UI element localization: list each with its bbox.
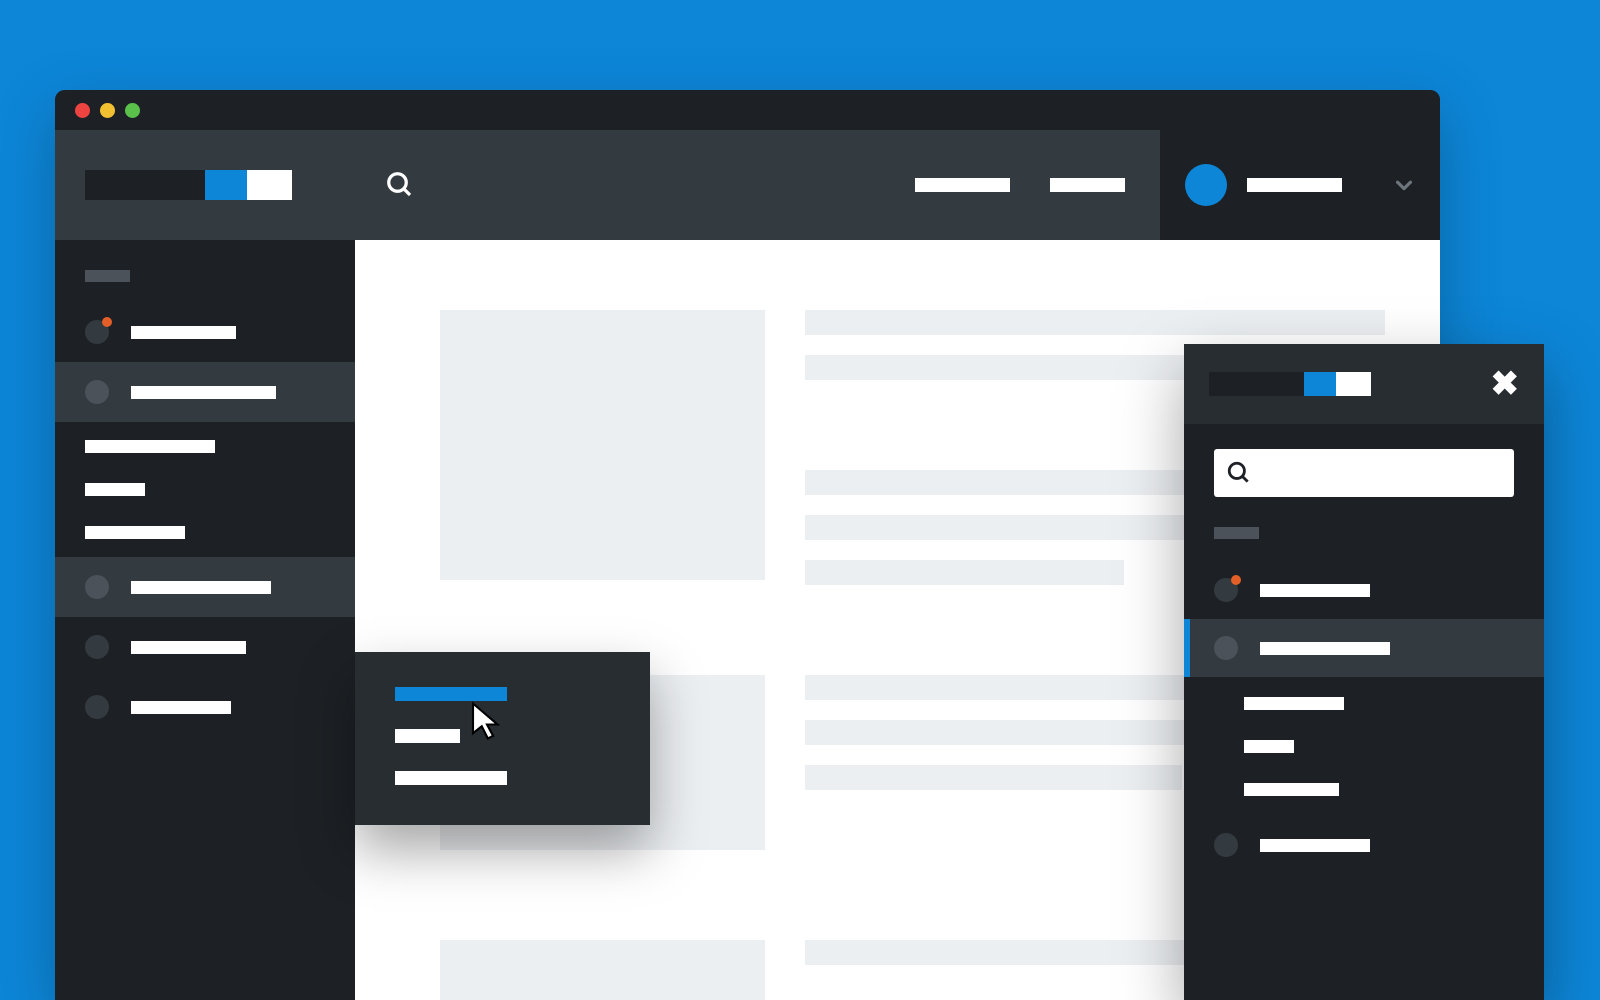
popup-item-3[interactable] (1184, 816, 1544, 874)
avatar-icon (1185, 164, 1227, 206)
user-name (1247, 178, 1342, 192)
close-icon[interactable]: ✖ (1491, 364, 1520, 404)
sidebar-item-3[interactable] (55, 557, 355, 617)
popup-item-3-icon (1214, 833, 1238, 857)
sidebar-item-1-icon (85, 320, 109, 344)
popup-sub-2c[interactable] (1244, 783, 1339, 796)
close-window-icon[interactable] (75, 103, 90, 118)
flyout-item-2[interactable] (395, 729, 460, 743)
nav-item-1[interactable] (915, 178, 1010, 192)
sidebar-item-1-label (131, 326, 236, 339)
image-placeholder (440, 310, 765, 580)
sidebar-item-5-icon (85, 695, 109, 719)
header-bar (55, 130, 1440, 240)
sidebar-item-3-icon (85, 575, 109, 599)
sidebar-item-1[interactable] (55, 302, 355, 362)
sidebar-item-2[interactable] (55, 362, 355, 422)
sidebar-item-3-label (131, 581, 271, 594)
text-line (805, 310, 1385, 335)
popup-nav-list (1214, 561, 1514, 874)
popup-item-2-label (1260, 642, 1390, 655)
logo-icon (85, 170, 292, 200)
popup-item-1-label (1260, 584, 1370, 597)
popup-item-1-icon (1214, 578, 1238, 602)
sidebar-item-2-submenu (55, 422, 355, 557)
popup-item-2[interactable] (1184, 619, 1544, 677)
nav-item-2[interactable] (1050, 178, 1125, 192)
popup-section-heading (1214, 527, 1259, 539)
popup-item-2-icon (1214, 636, 1238, 660)
sidebar-sub-2a[interactable] (85, 440, 215, 453)
search-icon (385, 170, 415, 200)
popup-item-2-submenu (1214, 677, 1514, 816)
sidebar (55, 240, 355, 1000)
sidebar-section-heading (85, 270, 130, 282)
sidebar-item-4[interactable] (55, 617, 355, 677)
sidebar-sub-2b[interactable] (85, 483, 145, 496)
popup-item-1[interactable] (1184, 561, 1544, 619)
sidebar-item-5[interactable] (55, 677, 355, 737)
sidebar-item-2-icon (85, 380, 109, 404)
popup-search-input[interactable] (1214, 449, 1514, 497)
sidebar-sub-2c[interactable] (85, 526, 185, 539)
sidebar-item-5-label (131, 701, 231, 714)
chevron-down-icon (1393, 174, 1415, 196)
text-line (805, 765, 1182, 790)
card-placeholder (440, 940, 765, 1000)
sidebar-item-4-icon (85, 635, 109, 659)
title-bar (55, 90, 1440, 130)
search-area[interactable] (355, 130, 915, 240)
zoom-window-icon[interactable] (125, 103, 140, 118)
sidebar-item-4-label (131, 641, 246, 654)
flyout-menu (355, 652, 650, 825)
flyout-item-3[interactable] (395, 771, 507, 785)
header-nav (915, 130, 1160, 240)
sidebar-item-2-label (131, 386, 276, 399)
popup-header: ✖ (1184, 344, 1544, 424)
text-line (805, 355, 1228, 380)
minimize-window-icon[interactable] (100, 103, 115, 118)
logo-area[interactable] (55, 130, 355, 240)
text-line (805, 560, 1124, 585)
popup-sub-2b[interactable] (1244, 740, 1294, 753)
user-menu[interactable] (1160, 130, 1440, 240)
search-icon (1226, 460, 1252, 486)
popup-sub-2a[interactable] (1244, 697, 1344, 710)
popup-logo-icon (1209, 372, 1371, 396)
popup-panel: ✖ (1184, 344, 1544, 1000)
flyout-item-1[interactable] (395, 687, 507, 701)
popup-item-3-label (1260, 839, 1370, 852)
